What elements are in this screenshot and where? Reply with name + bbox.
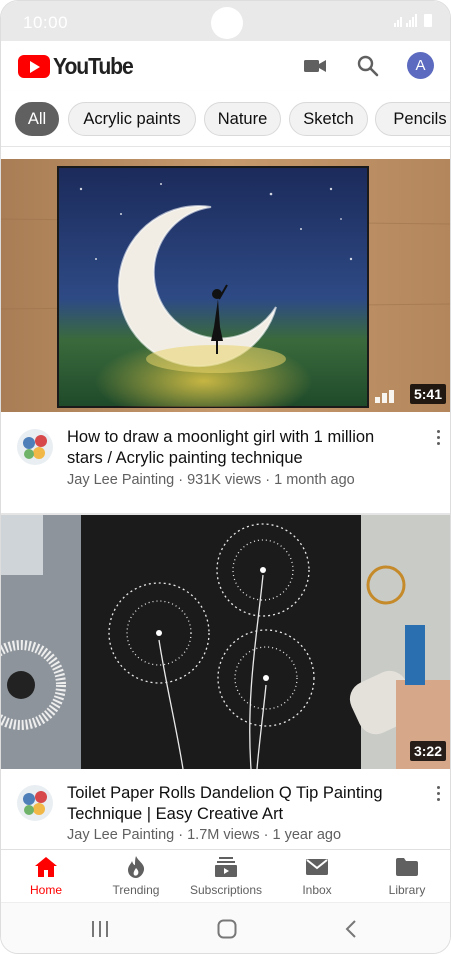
logo-text: YouTube xyxy=(53,53,134,79)
more-vert-icon[interactable] xyxy=(434,430,442,445)
recent-apps-icon[interactable] xyxy=(91,919,109,939)
video-thumbnail-dandelion[interactable]: 3:22 xyxy=(1,515,450,769)
video-duration: 5:41 xyxy=(409,384,446,404)
nav-inbox[interactable]: Inbox xyxy=(272,856,362,900)
video-channel-line: Jay Lee Painting · 931K views · 1 month … xyxy=(67,472,355,488)
subscriptions-icon xyxy=(214,856,238,878)
video-camera-icon[interactable] xyxy=(302,53,328,79)
account-avatar[interactable]: A xyxy=(407,52,434,79)
status-icons xyxy=(394,14,432,27)
app-header: YouTube A xyxy=(1,41,450,91)
nav-label: Library xyxy=(388,883,426,897)
nav-home[interactable]: Home xyxy=(1,856,91,900)
system-navigation-bar xyxy=(1,902,450,953)
more-vert-icon[interactable] xyxy=(434,786,442,801)
nav-library[interactable]: Library xyxy=(362,856,450,900)
phone-screen: 10:00 YouTube A All Acrylic paints Natur… xyxy=(0,0,451,954)
video-meta-2: Toilet Paper Rolls Dandelion Q Tip Paint… xyxy=(1,769,450,849)
status-time: 10:00 xyxy=(23,13,69,32)
home-button-icon[interactable] xyxy=(217,919,237,939)
video-title[interactable]: Toilet Paper Rolls Dandelion Q Tip Paint… xyxy=(67,783,407,825)
nav-label: Home xyxy=(29,883,62,897)
flame-icon xyxy=(124,856,148,878)
video-meta-1: How to draw a moonlight girl with 1 mill… xyxy=(1,412,450,512)
bottom-navigation: Home Trending Subscriptions Inbox Librar… xyxy=(1,849,450,901)
video-duration: 3:22 xyxy=(409,741,446,761)
search-icon[interactable] xyxy=(355,53,381,79)
chip-nature[interactable]: Nature xyxy=(204,102,281,136)
filter-chips-bar: All Acrylic paints Nature Sketch Pencils xyxy=(1,91,450,147)
video-feed: 5:41 How to draw a moonlight girl with 1… xyxy=(1,147,450,849)
status-bar: 10:00 xyxy=(1,1,450,41)
mute-bars-icon xyxy=(375,390,394,403)
youtube-logo[interactable]: YouTube xyxy=(18,53,140,80)
youtube-play-icon xyxy=(18,55,50,78)
back-icon[interactable] xyxy=(345,919,357,939)
channel-avatar[interactable] xyxy=(17,429,53,465)
nav-trending[interactable]: Trending xyxy=(91,856,181,900)
nav-label: Subscriptions xyxy=(189,883,263,897)
chip-sketch[interactable]: Sketch xyxy=(289,102,368,136)
home-icon xyxy=(34,856,58,878)
battery-icon xyxy=(424,14,432,27)
video-thumbnail-moonlight[interactable]: 5:41 xyxy=(1,159,450,412)
front-camera xyxy=(211,7,243,39)
nav-subscriptions[interactable]: Subscriptions xyxy=(181,856,271,900)
video-title[interactable]: How to draw a moonlight girl with 1 mill… xyxy=(67,427,407,469)
chip-acrylic-paints[interactable]: Acrylic paints xyxy=(68,102,196,136)
chip-pencils[interactable]: Pencils xyxy=(375,102,450,136)
video-channel-line: Jay Lee Painting · 1.7M views · 1 year a… xyxy=(67,827,342,843)
channel-avatar[interactable] xyxy=(17,785,53,821)
wifi-signal-icon xyxy=(394,17,402,27)
cell-signal-icon xyxy=(406,14,417,27)
chip-all[interactable]: All xyxy=(15,102,59,136)
nav-label: Trending xyxy=(112,883,160,897)
folder-icon xyxy=(395,856,419,878)
nav-label: Inbox xyxy=(302,883,332,897)
mail-icon xyxy=(305,856,329,878)
